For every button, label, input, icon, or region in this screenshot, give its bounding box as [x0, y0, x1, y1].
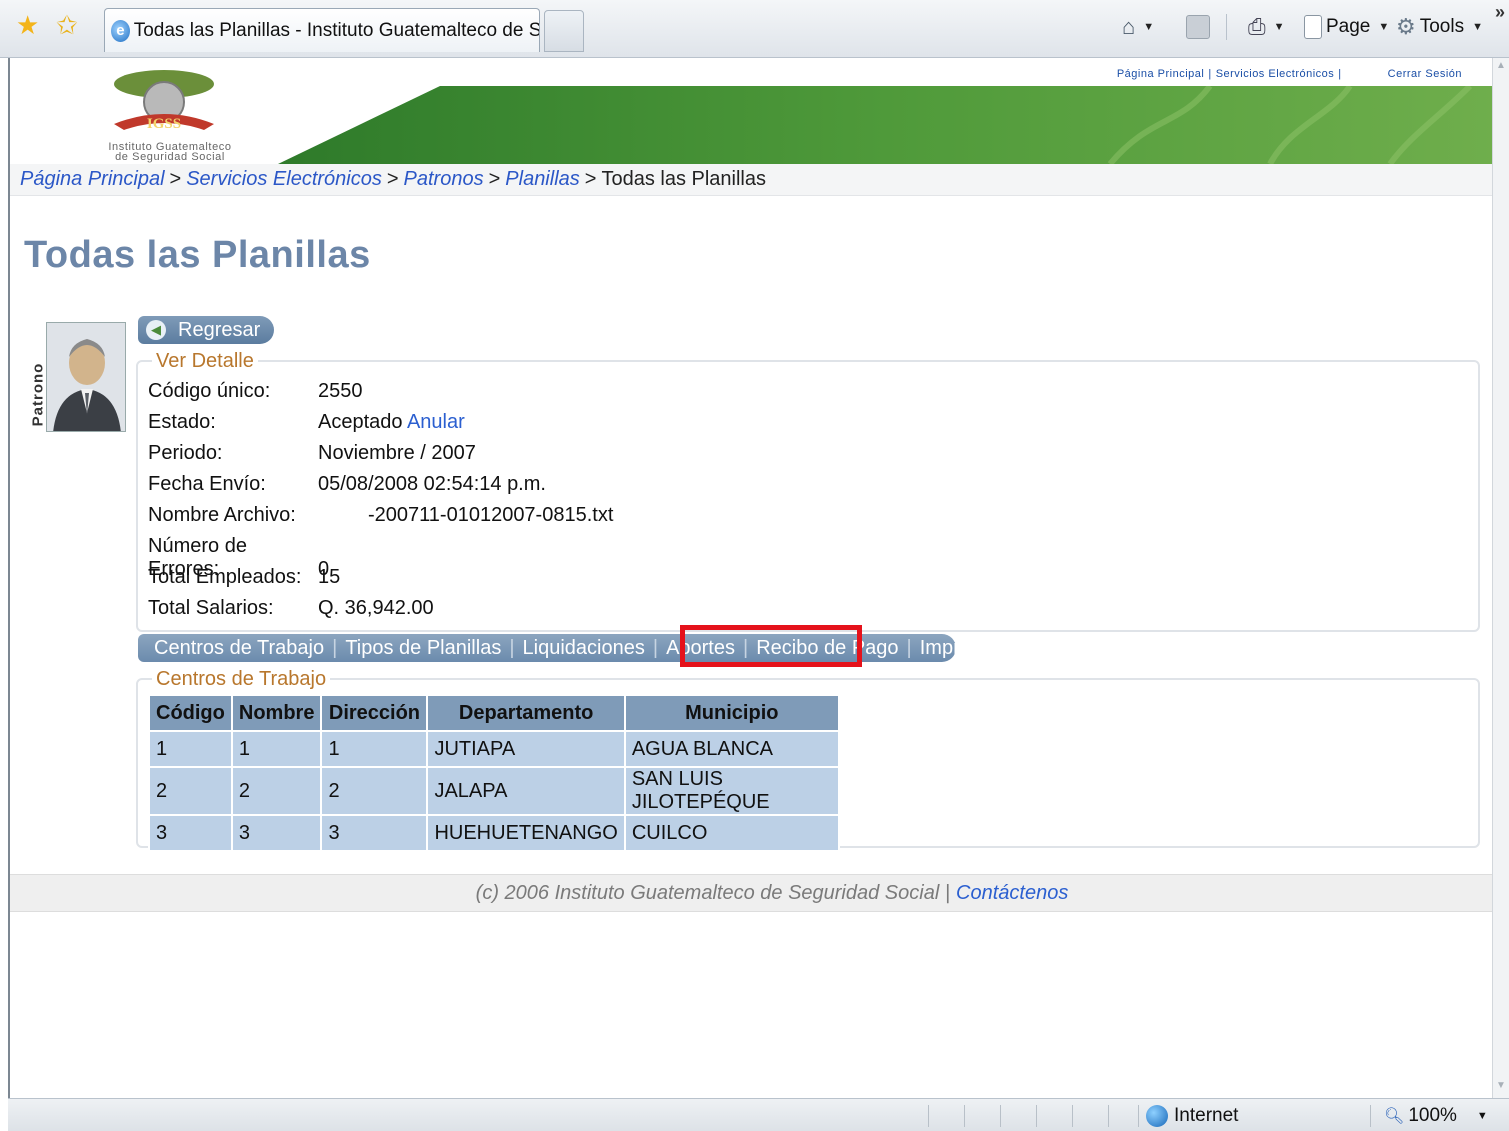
zoom-dropdown-icon[interactable]: ▼	[1477, 1110, 1488, 1122]
detail-row-periodo: Periodo: Noviembre / 2007	[148, 442, 476, 464]
igss-emblem-icon: IGSS	[114, 70, 214, 132]
top-link-home[interactable]: Página Principal	[1117, 68, 1205, 80]
back-arrow-icon: ◀	[146, 320, 166, 340]
page-icon	[1304, 15, 1322, 39]
footer: (c) 2006 Instituto Guatemalteco de Segur…	[10, 874, 1494, 912]
breadcrumb: Página Principal > Servicios Electrónicos…	[10, 164, 1494, 196]
col-header[interactable]: Nombre	[230, 694, 323, 732]
col-header[interactable]: Código	[148, 694, 233, 732]
tab-tipos-de-planillas[interactable]: Tipos de Planillas	[345, 637, 501, 660]
printer-icon: ⎙	[1248, 14, 1266, 39]
site-header: IGSS Instituto Guatemalteco de Seguridad…	[10, 58, 1494, 164]
status-bar: Internet 🔍︎ 100% ▼	[8, 1098, 1509, 1131]
toolbar-separator	[1226, 14, 1227, 40]
new-tab-button[interactable]	[544, 10, 584, 52]
security-zone[interactable]: Internet	[1146, 1105, 1238, 1127]
col-header[interactable]: Municipio	[623, 694, 840, 732]
detail-legend: Ver Detalle	[152, 350, 258, 373]
tab-centros-de-trabajo[interactable]: Centros de Trabajo	[154, 637, 324, 660]
detail-row-empleados: Total Empleados: 15	[148, 566, 341, 588]
rss-feed-icon	[1186, 15, 1210, 39]
top-links: Página Principal | Servicios Electrónicos |…	[1116, 68, 1462, 80]
footer-copyright: (c) 2006 Instituto Guatemalteco de Segur…	[475, 881, 951, 904]
detail-row-archivo: Nombre Archivo: -200711-01012007-0815.txt	[148, 504, 614, 526]
highlight-box	[680, 625, 862, 667]
breadcrumb-services[interactable]: Servicios Electrónicos	[186, 168, 382, 191]
page-content: IGSS Instituto Guatemalteco de Seguridad…	[8, 58, 1494, 1098]
breadcrumb-home[interactable]: Página Principal	[20, 168, 165, 191]
contact-link[interactable]: Contáctenos	[956, 882, 1068, 905]
table-header-row: Código Nombre Dirección Departamento Mun…	[148, 694, 840, 732]
logo-caption-line2: de Seguridad Social	[115, 151, 225, 163]
detail-row-salarios: Total Salarios: Q. 36,942.00	[148, 597, 434, 619]
feeds-button[interactable]	[1186, 12, 1214, 42]
person-avatar-icon	[47, 323, 125, 431]
col-header[interactable]: Departamento	[426, 694, 626, 732]
tools-menu-label: Tools	[1419, 16, 1465, 37]
zoom-level: 100%	[1408, 1105, 1457, 1126]
print-button[interactable]: ⎙ ▼	[1248, 12, 1285, 42]
scroll-down-icon[interactable]: ▼	[1493, 1080, 1509, 1096]
favorites-star-icon[interactable]: ★	[16, 12, 39, 38]
add-favorites-icon[interactable]: ✩	[56, 12, 78, 38]
home-button[interactable]: ⌂ ▼	[1122, 12, 1154, 42]
zoom-icon: 🔍︎	[1384, 1108, 1405, 1125]
table-row[interactable]: 3 3 3 HUEHUETENANGO CUILCO	[148, 814, 840, 852]
browser-tab-active[interactable]: e Todas las Planillas - Instituto Guatem…	[104, 8, 540, 52]
breadcrumb-planillas[interactable]: Planillas	[505, 168, 579, 191]
tools-menu[interactable]: ⚙ Tools ▼	[1396, 12, 1483, 42]
igss-logo[interactable]: IGSS Instituto Guatemalteco de Seguridad…	[70, 64, 270, 164]
avatar	[46, 322, 126, 432]
page-title: Todas las Planillas	[24, 234, 371, 276]
detail-row-fecha: Fecha Envío: 05/08/2008 02:54:14 p.m.	[148, 473, 546, 495]
col-header[interactable]: Dirección	[320, 694, 429, 732]
zoom-control[interactable]: 🔍︎ 100% ▼	[1384, 1105, 1488, 1127]
top-link-logout[interactable]: Cerrar Sesión	[1388, 68, 1462, 80]
back-button-label: Regresar	[178, 318, 261, 341]
tab-liquidaciones[interactable]: Liquidaciones	[523, 637, 645, 660]
detail-row-estado: Estado: Aceptado Anular	[148, 411, 465, 433]
home-icon: ⌂	[1122, 14, 1136, 39]
centros-fieldset: Centros de Trabajo Código Nombre Direcci…	[136, 668, 1480, 852]
breadcrumb-patronos[interactable]: Patronos	[404, 168, 484, 191]
centros-table: Código Nombre Dirección Departamento Mun…	[148, 694, 840, 852]
globe-icon	[1146, 1105, 1168, 1127]
svg-text:IGSS: IGSS	[147, 116, 181, 132]
table-row[interactable]: 1 1 1 JUTIAPA AGUA BLANCA	[148, 730, 840, 768]
gear-icon: ⚙	[1396, 14, 1416, 39]
scroll-up-icon[interactable]: ▲	[1493, 60, 1509, 76]
browser-toolbar: ★ ✩ e Todas las Planillas - Instituto Gu…	[0, 0, 1509, 58]
ie-page-icon: e	[111, 19, 130, 42]
top-link-services[interactable]: Servicios Electrónicos	[1216, 68, 1335, 80]
anular-link[interactable]: Anular	[407, 411, 465, 433]
tab-impresion[interactable]: Impresión	[920, 637, 1008, 660]
back-button[interactable]: ◀ Regresar	[138, 316, 274, 344]
centros-legend: Centros de Trabajo	[152, 668, 331, 691]
tab-title: Todas las Planillas - Instituto Guatemal…	[133, 19, 539, 41]
page-menu-label: Page	[1326, 16, 1371, 37]
security-zone-label: Internet	[1174, 1105, 1239, 1126]
vertical-scrollbar[interactable]: ▲ ▼	[1492, 58, 1509, 1098]
detail-fieldset: Ver Detalle Código único: 2550 Estado: Ace…	[136, 350, 1480, 632]
table-row[interactable]: 2 2 2 JALAPA SAN LUIS JILOTEPÉQUE	[148, 766, 840, 816]
page-menu[interactable]: Page ▼	[1304, 12, 1389, 42]
breadcrumb-current: Todas las Planillas	[601, 168, 766, 190]
chevron-more-icon[interactable]: »	[1495, 2, 1505, 23]
detail-row-codigo: Código único: 2550	[148, 380, 363, 402]
